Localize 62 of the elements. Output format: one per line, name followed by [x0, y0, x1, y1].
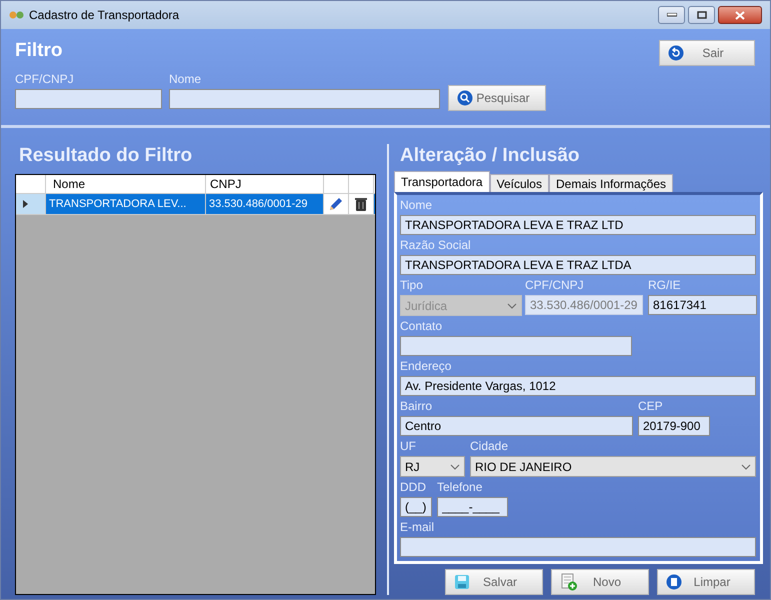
- text-field[interactable]: 81617341: [648, 295, 757, 315]
- text-field[interactable]: Centro: [400, 416, 633, 436]
- text-field[interactable]: Av. Presidente Vargas, 1012: [400, 376, 756, 396]
- field-label: Tipo: [400, 278, 424, 292]
- restore-icon: [696, 11, 706, 19]
- row-pointer-icon: [23, 200, 28, 208]
- field-label: Contato: [400, 319, 444, 333]
- text-field[interactable]: [169, 89, 440, 109]
- section-title: Resultado do Filtro: [19, 144, 194, 168]
- text-field[interactable]: [400, 537, 756, 557]
- field-label: CEP: [638, 399, 664, 413]
- field-label: UF: [400, 439, 417, 453]
- field-label: Cidade: [470, 439, 510, 453]
- text-field[interactable]: (__): [400, 497, 432, 517]
- field-label: Endereço: [400, 359, 452, 373]
- close-button[interactable]: [718, 6, 762, 24]
- section-title: Alteração / Inclusão: [400, 144, 581, 168]
- field-label: Nome: [169, 72, 202, 86]
- field-label: RG/IE: [648, 278, 682, 292]
- text-field[interactable]: [400, 336, 632, 356]
- chevron-down-icon: [741, 464, 751, 470]
- maximize-button[interactable]: [688, 6, 715, 24]
- field-label: E-mail: [400, 520, 436, 534]
- column-header: Nome: [46, 175, 206, 193]
- field-label: Telefone: [437, 480, 484, 494]
- action-button[interactable]: Salvar: [445, 569, 543, 595]
- search-button[interactable]: Pesquisar: [448, 85, 546, 111]
- app-icon: [9, 10, 25, 20]
- tab[interactable]: Veículos: [490, 174, 549, 192]
- action-button[interactable]: Limpar: [657, 569, 755, 595]
- dropdown[interactable]: RIO DE JANEIRO: [470, 456, 756, 477]
- text-field[interactable]: TRANSPORTADORA LEVA E TRAZ LTDA: [400, 255, 756, 275]
- search-icon: [457, 90, 473, 106]
- clear-icon: [666, 574, 682, 590]
- field-label: CPF/CNPJ: [525, 278, 585, 292]
- column-header: CNPJ: [206, 175, 324, 193]
- minimize-button[interactable]: [658, 6, 685, 24]
- pencil-icon[interactable]: [328, 196, 344, 212]
- text-field[interactable]: 20179-900: [638, 416, 710, 436]
- dropdown[interactable]: RJ: [400, 456, 465, 477]
- field-label: Razão Social: [400, 238, 472, 252]
- table-row[interactable]: TRANSPORTADORA LEV... 33.530.486/0001-29: [16, 194, 376, 215]
- text-field[interactable]: ____-____: [437, 497, 508, 517]
- table-cell: TRANSPORTADORA LEV...: [46, 194, 206, 214]
- tab[interactable]: Transportadora: [394, 171, 490, 192]
- action-button[interactable]: Novo: [551, 569, 649, 595]
- minimize-icon: [666, 13, 676, 17]
- text-field[interactable]: [15, 89, 162, 109]
- exit-button[interactable]: Sair: [659, 40, 755, 66]
- document-add-icon: [560, 573, 578, 591]
- chevron-down-icon: [450, 464, 460, 470]
- section-title: Filtro: [15, 39, 62, 63]
- field-label: CPF/CNPJ: [15, 72, 75, 86]
- chevron-down-icon: [507, 302, 517, 308]
- trash-icon[interactable]: [354, 196, 368, 212]
- field-label: Nome: [400, 198, 434, 212]
- text-field[interactable]: TRANSPORTADORA LEVA E TRAZ LTD: [400, 215, 756, 235]
- field-label: Bairro: [400, 399, 434, 413]
- close-icon: [735, 10, 745, 20]
- window-title: Cadastro de Transportadora: [29, 7, 180, 24]
- field-label: DDD: [400, 480, 427, 494]
- tab[interactable]: Demais Informações: [548, 174, 674, 192]
